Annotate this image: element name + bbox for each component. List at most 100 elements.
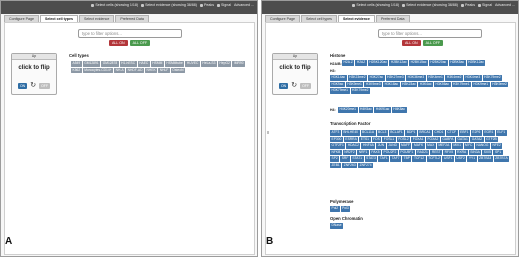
tf-chip[interactable]: TCF7L2: [426, 156, 442, 162]
tf-chip[interactable]: JUN: [376, 143, 386, 149]
tf-chip[interactable]: BCL11A: [360, 130, 376, 136]
toolbar-item[interactable]: Peaks: [200, 3, 214, 7]
sync-icon[interactable]: ↻: [291, 82, 297, 89]
tf-chip[interactable]: NFE2: [490, 143, 503, 149]
cell-type-chip[interactable]: H1-hESC: [119, 61, 137, 67]
tf-chip[interactable]: RFX5: [443, 149, 455, 155]
histone-chip[interactable]: H2A.Z: [342, 60, 355, 66]
tf-chip[interactable]: POU5F1: [398, 149, 415, 155]
tf-chip[interactable]: TCF12: [412, 156, 426, 162]
toolbar-item[interactable]: Select cells (showing 1/18): [91, 3, 138, 7]
histone-chip[interactable]: H2BK5ac: [448, 60, 466, 66]
tf-chip[interactable]: MAX: [425, 143, 436, 149]
flip-off-button[interactable]: OFF: [39, 82, 51, 89]
histone-chip[interactable]: H3K14ac: [330, 75, 347, 81]
flip-card[interactable]: Up click to flip ON ↻ OFF: [11, 53, 57, 95]
histone-chip[interactable]: H3K79me2: [482, 75, 503, 81]
tf-chip[interactable]: GTF2F1: [330, 143, 346, 149]
filter-input[interactable]: type to filter options...: [78, 29, 182, 38]
toolbar-item[interactable]: Select evidence (showing 38/88): [141, 3, 197, 7]
tf-chip[interactable]: FOSL1: [382, 136, 396, 142]
tf-chip[interactable]: EP300: [330, 136, 343, 142]
flip-card[interactable]: Up click to flip ON ↻ OFF: [272, 53, 318, 95]
toolbar-item[interactable]: Peaks: [461, 3, 475, 7]
tf-chip[interactable]: TBP: [402, 156, 412, 162]
cell-type-chip[interactable]: HSMM: [150, 61, 164, 67]
tf-chip[interactable]: NANOG: [474, 143, 490, 149]
histone-chip[interactable]: H3K4me3: [464, 75, 482, 81]
tf-chip[interactable]: ZNF263: [342, 162, 358, 168]
tf-chip[interactable]: FOS: [371, 136, 382, 142]
tf-chip[interactable]: BDP1: [405, 130, 417, 136]
cell-type-chip[interactable]: HepG2: [217, 61, 232, 67]
histone-chip[interactable]: H3K79me2: [350, 88, 370, 94]
sync-icon[interactable]: ↻: [30, 82, 36, 89]
tf-chip[interactable]: RXRA: [455, 149, 468, 155]
tf-chip[interactable]: NRF1: [357, 149, 369, 155]
tf-chip[interactable]: NR2F2: [342, 149, 357, 155]
tf-chip[interactable]: E2F6: [470, 130, 482, 136]
tf-chip[interactable]: SRF: [340, 156, 350, 162]
tf-chip[interactable]: GATA2: [470, 136, 484, 142]
tf-chip[interactable]: ETS1: [359, 136, 371, 142]
tf-chip[interactable]: CTCF: [445, 130, 458, 136]
tf-chip[interactable]: GATA1: [455, 136, 470, 142]
polymerase-chip[interactable]: Pol3: [340, 206, 351, 212]
tf-chip[interactable]: FOSL2: [396, 136, 411, 142]
cell-type-chip[interactable]: Osteobl: [170, 67, 186, 73]
tf-chip[interactable]: SP2: [330, 156, 340, 162]
histone-chip[interactable]: H2BK120ac: [367, 60, 389, 66]
histone-chip[interactable]: H3K27me3: [385, 75, 406, 81]
cell-type-chip[interactable]: A549: [71, 61, 82, 67]
tf-chip[interactable]: NFKB: [330, 149, 342, 155]
histone-chip[interactable]: H2BK12ac: [466, 60, 486, 66]
tf-chip[interactable]: USF1: [442, 156, 454, 162]
tf-chip[interactable]: REST: [430, 149, 443, 155]
tf-chip[interactable]: SP1: [493, 149, 503, 155]
cell-type-chip[interactable]: IMR90: [232, 61, 246, 67]
tf-chip[interactable]: GTF2B: [484, 136, 499, 142]
histone-chip[interactable]: H3K9me3: [364, 81, 383, 87]
cell-type-chip[interactable]: NH-A: [114, 67, 126, 73]
tf-chip[interactable]: POU2F2: [382, 149, 398, 155]
histone-chip[interactable]: H3K18ac: [383, 81, 400, 87]
tf-chip[interactable]: MAFF: [399, 143, 412, 149]
histone-chip[interactable]: H3K4me1: [426, 75, 445, 81]
histone-chip[interactable]: H3K9me1: [472, 81, 490, 87]
tf-chip[interactable]: BHLHE40: [341, 130, 360, 136]
toolbar-item[interactable]: Signal: [217, 3, 231, 7]
tf-chip[interactable]: PAX5: [369, 149, 382, 155]
resize-handle[interactable]: [267, 131, 269, 134]
histone-chip[interactable]: H3K23ac: [400, 81, 418, 87]
all-on-button[interactable]: ALL ON: [402, 40, 421, 46]
flip-on-button[interactable]: ON: [17, 82, 28, 89]
tf-chip[interactable]: ZBTB7A: [493, 156, 510, 162]
flip-off-button[interactable]: OFF: [300, 82, 312, 89]
tf-chip[interactable]: HDAC2: [346, 143, 361, 149]
histone-chip[interactable]: H4K5ac: [358, 107, 374, 113]
histone-chip[interactable]: H2BK15ac: [409, 60, 428, 66]
tf-chip[interactable]: STAT3: [364, 156, 378, 162]
tf-chip[interactable]: BRCA1: [417, 130, 432, 136]
tf-chip[interactable]: CHD1: [432, 130, 445, 136]
all-on-button[interactable]: ALL ON: [109, 40, 128, 46]
histone-chip[interactable]: H2BK20ac: [428, 60, 448, 66]
tf-chip[interactable]: MEF2A: [436, 143, 451, 149]
histone-chip[interactable]: H3K23me2: [347, 75, 368, 81]
toolbar-item[interactable]: Select evidence (showing 38/88): [402, 3, 458, 7]
all-off-button[interactable]: ALL OFF: [129, 40, 151, 46]
tf-chip[interactable]: HNF4A: [361, 143, 376, 149]
tf-chip[interactable]: ZEB1: [330, 162, 342, 168]
histone-chip[interactable]: H3K9ac: [330, 81, 345, 87]
tf-chip[interactable]: TAF7: [390, 156, 402, 162]
tf-chip[interactable]: EGR1: [482, 130, 495, 136]
cell-type-chip[interactable]: K562: [71, 67, 82, 73]
tf-chip[interactable]: SIX5: [482, 149, 493, 155]
histone-chip[interactable]: H3K79me1: [451, 81, 472, 87]
tf-chip[interactable]: STAT1: [350, 156, 364, 162]
cell-type-chip[interactable]: GM12878: [101, 61, 119, 67]
tf-chip[interactable]: YY1: [467, 156, 477, 162]
flip-on-button[interactable]: ON: [278, 82, 289, 89]
tf-chip[interactable]: JUND: [386, 143, 399, 149]
tf-chip[interactable]: RAD21: [415, 149, 430, 155]
